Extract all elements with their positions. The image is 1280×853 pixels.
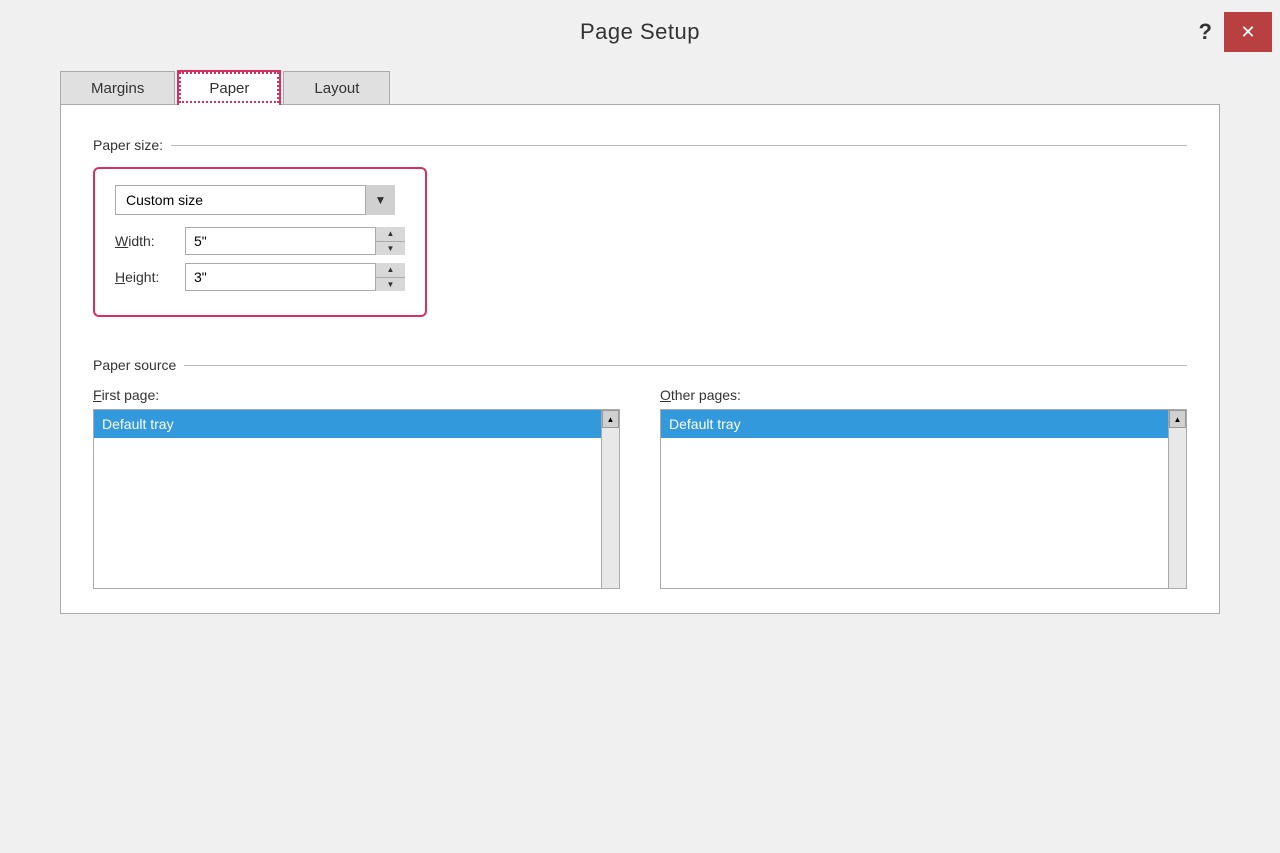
paper-source-divider [184,365,1187,366]
page-setup-dialog: Page Setup ? ✕ Margins Paper Layout [0,0,1280,853]
width-decrement-button[interactable]: ▼ [376,242,405,256]
paper-size-section-header: Paper size: [93,137,1187,153]
other-pages-label: Other pages: [660,387,1187,403]
width-spinner: ▲ ▼ [185,227,405,255]
tab-margins-label: Margins [91,80,144,97]
paper-size-highlight-box: Custom size Letter Legal A4 A3 ▼ Width: [93,167,427,317]
tab-layout[interactable]: Layout [283,71,390,105]
title-bar-center: Page Setup [324,19,956,45]
width-label: Width: [115,233,185,249]
tab-paper[interactable]: Paper [177,70,281,105]
first-page-scrollbar: ▲ [601,410,619,588]
paper-size-section-label: Paper size: [93,137,171,153]
first-page-listbox[interactable]: Default tray ▲ [93,409,620,589]
tab-layout-label: Layout [314,80,359,97]
width-row: Width: ▲ ▼ [115,227,405,255]
paper-size-dropdown-row: Custom size Letter Legal A4 A3 ▼ [115,185,405,215]
paper-source-section-header: Paper source [93,357,1187,373]
help-button[interactable]: ? [1191,15,1220,49]
first-page-default-tray[interactable]: Default tray [94,410,601,438]
title-bar: Page Setup ? ✕ [0,0,1280,60]
paper-size-dropdown-wrapper: Custom size Letter Legal A4 A3 ▼ [115,185,395,215]
height-increment-button[interactable]: ▲ [376,263,405,278]
paper-size-select[interactable]: Custom size Letter Legal A4 A3 [115,185,395,215]
section-divider-line [171,145,1187,146]
other-pages-default-tray[interactable]: Default tray [661,410,1168,438]
content-panel: Paper size: Custom size Letter Legal A4 … [60,104,1220,614]
tab-paper-label: Paper [209,80,249,97]
height-input[interactable] [185,263,405,291]
source-columns: First page: Default tray ▲ [93,387,1187,589]
other-pages-listbox-content: Default tray [661,410,1168,588]
height-decrement-button[interactable]: ▼ [376,278,405,292]
other-pages-col: Other pages: Default tray ▲ [660,387,1187,589]
height-row: Height: ▲ ▼ [115,263,405,291]
first-page-col: First page: Default tray ▲ [93,387,620,589]
paper-source-section-label: Paper source [93,357,184,373]
other-pages-scrollbar: ▲ [1168,410,1186,588]
dialog-title: Page Setup [580,19,700,44]
close-button[interactable]: ✕ [1224,12,1272,52]
other-pages-scroll-up[interactable]: ▲ [1169,410,1186,428]
width-spinner-buttons: ▲ ▼ [375,227,405,255]
height-spinner: ▲ ▼ [185,263,405,291]
tabs-container: Margins Paper Layout [60,60,1220,105]
first-page-listbox-content: Default tray [94,410,601,588]
width-input[interactable] [185,227,405,255]
dialog-body: Margins Paper Layout Paper size: [0,60,1280,853]
first-page-scroll-up[interactable]: ▲ [602,410,619,428]
paper-source-section: Paper source First page: Default tray [93,357,1187,589]
tab-margins[interactable]: Margins [60,71,175,105]
first-page-scroll-track [602,428,619,588]
first-page-label: First page: [93,387,620,403]
other-pages-listbox[interactable]: Default tray ▲ [660,409,1187,589]
other-pages-scroll-track [1169,428,1186,588]
height-spinner-buttons: ▲ ▼ [375,263,405,291]
height-label: Height: [115,269,185,285]
width-increment-button[interactable]: ▲ [376,227,405,242]
title-bar-right: ? ✕ [956,12,1272,52]
